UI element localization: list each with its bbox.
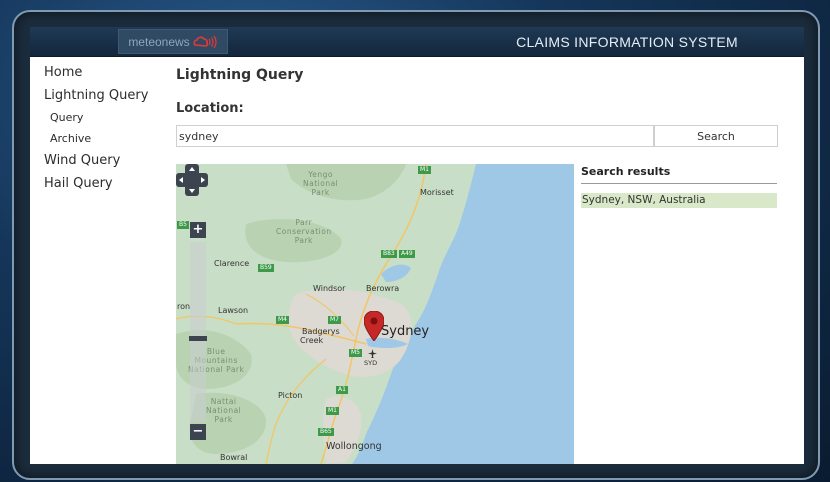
road-shield-b59: B59 [258,264,274,272]
map-label-bowral: Bowral [220,453,248,462]
map-label-clarence: Clarence [214,259,250,268]
zoom-slider-thumb[interactable] [189,336,207,341]
map-label-morisset: Morisset [420,188,454,197]
sidebar-subitem-archive[interactable]: Archive [50,132,164,145]
sidebar-item-home[interactable]: Home [44,65,164,80]
logo-text: meteonews [128,34,190,49]
app-window: meteonews CLAIMS INFORMATION SYSTEM Home… [30,27,804,464]
search-button[interactable]: Search [654,125,778,147]
results-divider [581,183,777,184]
road-shield-b83: B83 [381,250,397,258]
road-shield-b65: B65 [318,428,334,436]
map-label-ron: ron [177,302,191,311]
road-shield-m4: M4 [276,316,289,324]
sidebar-item-lightning-query[interactable]: Lightning Query [44,88,164,103]
sidebar-subitem-query[interactable]: Query [50,111,164,124]
map-pan-control[interactable] [176,164,208,196]
map-label-creek: Creek [300,336,324,345]
map-park-nattai: Nattai National Park [206,397,241,424]
road-shield-m7: M7 [328,316,341,324]
road-shield-m1: M1 [418,166,431,174]
page-title: Lightning Query [176,67,304,83]
zoom-slider-track[interactable] [190,242,206,422]
zoom-out-button[interactable]: − [190,424,206,440]
map-park-line: National [206,406,242,415]
map-label-berowra: Berowra [366,284,400,293]
map-park-line: Conservation [276,227,332,236]
search-result-item[interactable]: Sydney, NSW, Australia [581,193,777,208]
sidebar-item-wind-query[interactable]: Wind Query [44,153,164,168]
location-search-input[interactable] [176,125,654,147]
road-shield-a1: A1 [336,386,348,394]
location-marker-icon[interactable] [364,311,384,341]
search-results-title: Search results [581,165,671,178]
map-label-windsor: Windsor [313,284,346,293]
map-park-parr: Parr Conservation Park [276,218,332,245]
map-park-line: National [303,179,339,188]
road-shield-left: B5 [177,221,189,229]
map-label-picton: Picton [278,391,303,400]
map-label-syd: SYD [364,359,378,367]
airport-icon [368,349,377,358]
logo[interactable]: meteonews [118,29,228,54]
road-shield-m1-lower: M1 [326,407,339,415]
location-label: Location: [176,101,244,116]
cloud-signal-icon [193,35,217,48]
map-label-sydney: Sydney [381,324,430,339]
map-park-line: Nattai [210,397,237,406]
map-park-line: Park [214,415,233,424]
road-shield-a49: A49 [399,250,415,258]
sidebar-item-hail-query[interactable]: Hail Query [44,176,164,191]
road-shield-m5: M5 [349,349,362,357]
zoom-in-button[interactable]: + [190,222,206,238]
map-park-line: Yengo [308,170,334,179]
map-label-wollongong: Wollongong [326,441,382,452]
map-park-line: Parr [295,218,313,227]
sidebar: Home Lightning Query Query Archive Wind … [44,65,164,199]
map-view[interactable]: Yengo National Park Parr Conservation Pa… [176,164,574,464]
map-park-line: Park [294,236,313,245]
map-park-yengo: Yengo National Park [303,170,338,197]
map-label-lawson: Lawson [218,306,249,315]
top-bar: meteonews CLAIMS INFORMATION SYSTEM [30,27,804,57]
system-title: CLAIMS INFORMATION SYSTEM [516,34,738,50]
map-label-badgerys: Badgerys [302,327,340,336]
map-park-line: Park [311,188,330,197]
